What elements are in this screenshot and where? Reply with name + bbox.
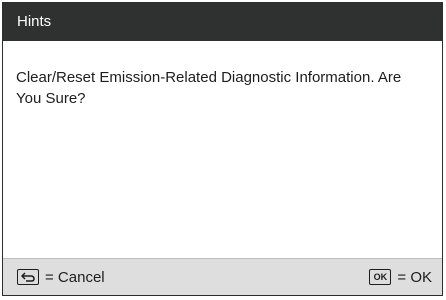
dialog-title: Hints xyxy=(3,3,442,41)
hints-dialog: Hints Clear/Reset Emission-Related Diagn… xyxy=(2,2,443,296)
cancel-label: = Cancel xyxy=(45,268,105,286)
ok-key-icon: OK xyxy=(369,269,392,285)
back-arrow-icon xyxy=(17,269,39,285)
ok-button[interactable]: OK = OK xyxy=(369,259,432,295)
dialog-footer: = Cancel OK = OK xyxy=(3,258,442,295)
cancel-button[interactable]: = Cancel xyxy=(17,259,105,295)
ok-label: = OK xyxy=(397,268,432,286)
dialog-message: Clear/Reset Emission-Related Diagnostic … xyxy=(16,69,402,107)
